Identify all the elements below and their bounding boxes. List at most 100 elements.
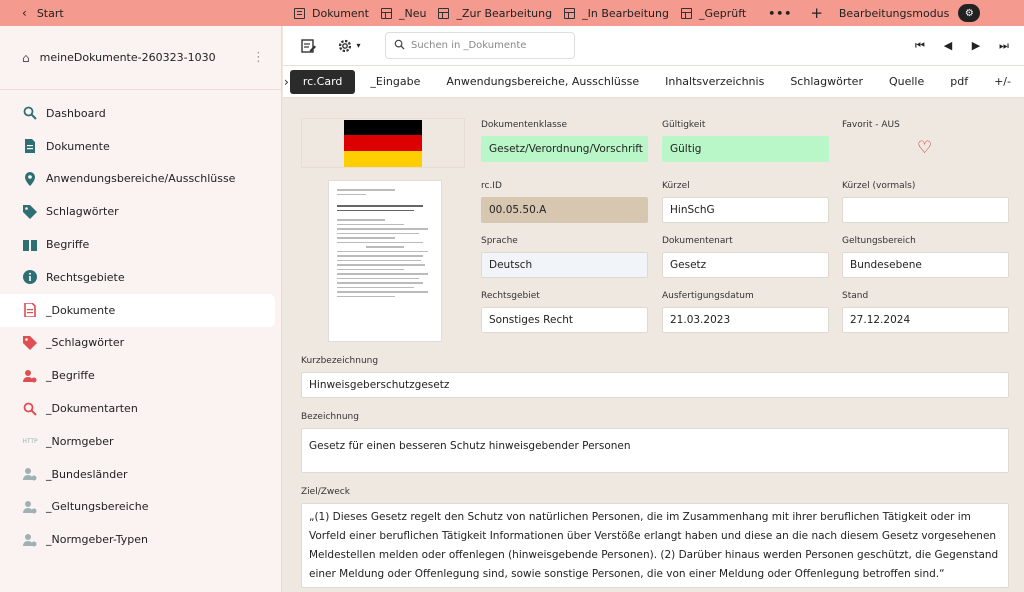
sidebar-item-_dokumente[interactable]: _Dokumente: [0, 293, 275, 327]
dokumentenklasse-value[interactable]: Gesetz/Verordnung/Vorschrift: [481, 136, 648, 162]
field-label: Kurzbezeichnung: [301, 356, 379, 366]
sidebar-item-label: _Bundesländer: [46, 467, 128, 481]
field-label: Dokumentenart: [662, 236, 733, 246]
sidebar-item-dashboard[interactable]: Dashboard: [0, 97, 275, 130]
next-record-icon[interactable]: ▶: [962, 39, 990, 52]
gueltigkeit-value[interactable]: Gültig: [662, 136, 829, 162]
sidebar-list: Dashboard Dokumente Anwendungsbereiche/A…: [0, 90, 281, 556]
sidebar-item-_normgeber[interactable]: HTTP _Normgeber: [0, 425, 275, 458]
sidebar-item-_bundeslaender[interactable]: _Bundesländer: [0, 458, 275, 491]
tab-in-bearbeitung[interactable]: _In Bearbeitung: [564, 0, 669, 26]
sidebar-item-label: Dokumente: [46, 139, 110, 153]
chevron-right-icon[interactable]: ›: [283, 75, 290, 89]
tab-eingabe[interactable]: _Eingabe: [357, 70, 433, 94]
sidebar-item-begriffe[interactable]: Begriffe: [0, 228, 275, 261]
sidebar-item-dokumente[interactable]: Dokumente: [0, 130, 275, 163]
search-icon: [22, 105, 38, 121]
field-label: Sprache: [481, 236, 518, 246]
sidebar-item-label: Begriffe: [46, 238, 90, 252]
sidebar-item-label: _Begriffe: [46, 369, 95, 383]
field-gueltigkeit: Gültigkeit Gültig: [662, 120, 829, 162]
location-pin-icon: [22, 171, 38, 187]
add-tab-button[interactable]: +: [810, 4, 823, 22]
previous-record-icon[interactable]: ◀: [934, 39, 962, 52]
sidebar-item-label: _Normgeber-Typen: [46, 533, 149, 547]
sidebar-item-label: _Dokumente: [46, 303, 116, 317]
dokumentenart-select[interactable]: Gesetz: [662, 252, 829, 278]
users-icon: [22, 466, 38, 482]
last-record-icon[interactable]: ⏭: [990, 39, 1018, 53]
sidebar-header[interactable]: ⌂ meineDokumente-260323-1030 ⋮: [0, 26, 281, 90]
table-icon: [438, 7, 450, 19]
sidebar-item-_geltungsbereiche[interactable]: _Geltungsbereiche: [0, 491, 275, 524]
ausfertigungsdatum-input[interactable]: 21.03.2023: [662, 307, 829, 333]
table-icon: [564, 7, 576, 19]
tab-dokument[interactable]: Dokument: [294, 0, 369, 26]
kuerzel-input[interactable]: HinSchG: [662, 197, 829, 223]
document-icon: [22, 138, 38, 154]
sprache-select[interactable]: Deutsch: [481, 252, 648, 278]
rechtsgebiet-select[interactable]: Sonstiges Recht: [481, 307, 648, 333]
tab-neu[interactable]: _Neu: [380, 0, 427, 26]
home-icon: ⌂: [22, 50, 30, 65]
sidebar-item-label: _Normgeber: [46, 434, 114, 448]
field-label: Dokumentenklasse: [481, 120, 567, 130]
tab-schlagwoerter[interactable]: Schlagwörter: [777, 70, 876, 94]
sidebar-item-label: Schlagwörter: [46, 205, 119, 219]
sidebar-item-label: _Dokumentarten: [46, 402, 138, 416]
heart-icon[interactable]: ♡: [917, 138, 932, 158]
field-label: Kürzel (vormals): [842, 181, 916, 191]
sidebar-item-_dokumentarten[interactable]: _Dokumentarten: [0, 392, 275, 425]
tab-anwendungsbereiche[interactable]: Anwendungsbereiche, Ausschlüsse: [433, 70, 652, 94]
bezeichnung-textarea[interactable]: Gesetz für einen besseren Schutz hinweis…: [301, 428, 1009, 473]
search-icon: [394, 39, 405, 53]
more-menu-button[interactable]: •••: [768, 7, 792, 20]
tab-add-remove[interactable]: +/-: [981, 70, 1024, 94]
field-rechtsgebiet: Rechtsgebiet Sonstiges Recht: [481, 291, 648, 333]
kuerzel-vormals-input[interactable]: [842, 197, 1009, 223]
tab-quelle[interactable]: Quelle: [876, 70, 937, 94]
edit-mode-label: Bearbeitungsmodus: [838, 6, 950, 20]
field-ziel-zweck: Ziel/Zweck „(1) Dieses Gesetz regelt den…: [301, 487, 1009, 588]
geltungsbereich-select[interactable]: Bundesebene: [842, 252, 1009, 278]
sidebar-item-_schlagwoerter[interactable]: _Schlagwörter: [0, 327, 275, 360]
tab-inhaltsverzeichnis[interactable]: Inhaltsverzeichnis: [652, 70, 777, 94]
sidebar-item-_normgeber-typen[interactable]: _Normgeber-Typen: [0, 523, 275, 556]
stand-input[interactable]: 27.12.2024: [842, 307, 1009, 333]
edit-list-icon[interactable]: [301, 38, 317, 54]
tab-rc-card[interactable]: rc.Card: [289, 69, 356, 94]
document-thumbnail[interactable]: [328, 180, 442, 342]
tab-label: _Neu: [398, 6, 427, 20]
first-record-icon[interactable]: ⏮: [906, 39, 934, 53]
field-sprache: Sprache Deutsch: [481, 236, 648, 278]
sidebar-item-anwendungsbereiche[interactable]: Anwendungsbereiche/Ausschlüsse: [0, 163, 275, 196]
tab-geprueft[interactable]: _Geprüft: [680, 0, 746, 26]
sidebar-item-label: _Geltungsbereiche: [46, 500, 149, 514]
tab-zur-bearbeitung[interactable]: _Zur Bearbeitung: [438, 0, 552, 26]
field-label: rc.ID: [481, 181, 502, 191]
field-kuerzel: Kürzel HinSchG: [662, 181, 829, 223]
document-icon: [294, 7, 305, 19]
tab-pdf[interactable]: pdf: [937, 70, 981, 94]
kebab-menu-icon[interactable]: ⋮: [252, 50, 265, 65]
sidebar-item-_begriffe[interactable]: _Begriffe: [0, 359, 275, 392]
field-dokumentenart: Dokumentenart Gesetz: [662, 236, 829, 278]
sidebar-item-schlagwoerter[interactable]: Schlagwörter: [0, 195, 275, 228]
main-panel: ▾ Suchen in _Dokumente ⏮ ◀ ▶ ⏭ › rc.Card…: [283, 26, 1024, 592]
chevron-down-icon: ▾: [356, 41, 361, 50]
field-label: Ziel/Zweck: [301, 487, 350, 497]
edit-mode-toggle[interactable]: ⚙: [958, 4, 981, 22]
search-input[interactable]: Suchen in _Dokumente: [385, 32, 575, 59]
sidebar-item-rechtsgebiete[interactable]: Rechtsgebiete: [0, 261, 275, 294]
users-icon: [22, 368, 38, 384]
settings-gear-icon[interactable]: ▾: [335, 38, 363, 54]
search-placeholder: Suchen in _Dokumente: [411, 40, 527, 51]
kurzbezeichnung-input[interactable]: Hinweisgeberschutzgesetz: [301, 372, 1009, 398]
view-tabs: › rc.Card _Eingabe Anwendungsbereiche, A…: [283, 66, 1024, 98]
field-label: Kürzel: [662, 181, 690, 191]
document-icon: [22, 302, 38, 318]
field-stand: Stand 27.12.2024: [842, 291, 1009, 333]
tag-icon: [22, 335, 38, 351]
ziel-zweck-textarea[interactable]: „(1) Dieses Gesetz regelt den Schutz von…: [301, 503, 1009, 588]
start-button[interactable]: ‹ Start: [0, 0, 282, 26]
